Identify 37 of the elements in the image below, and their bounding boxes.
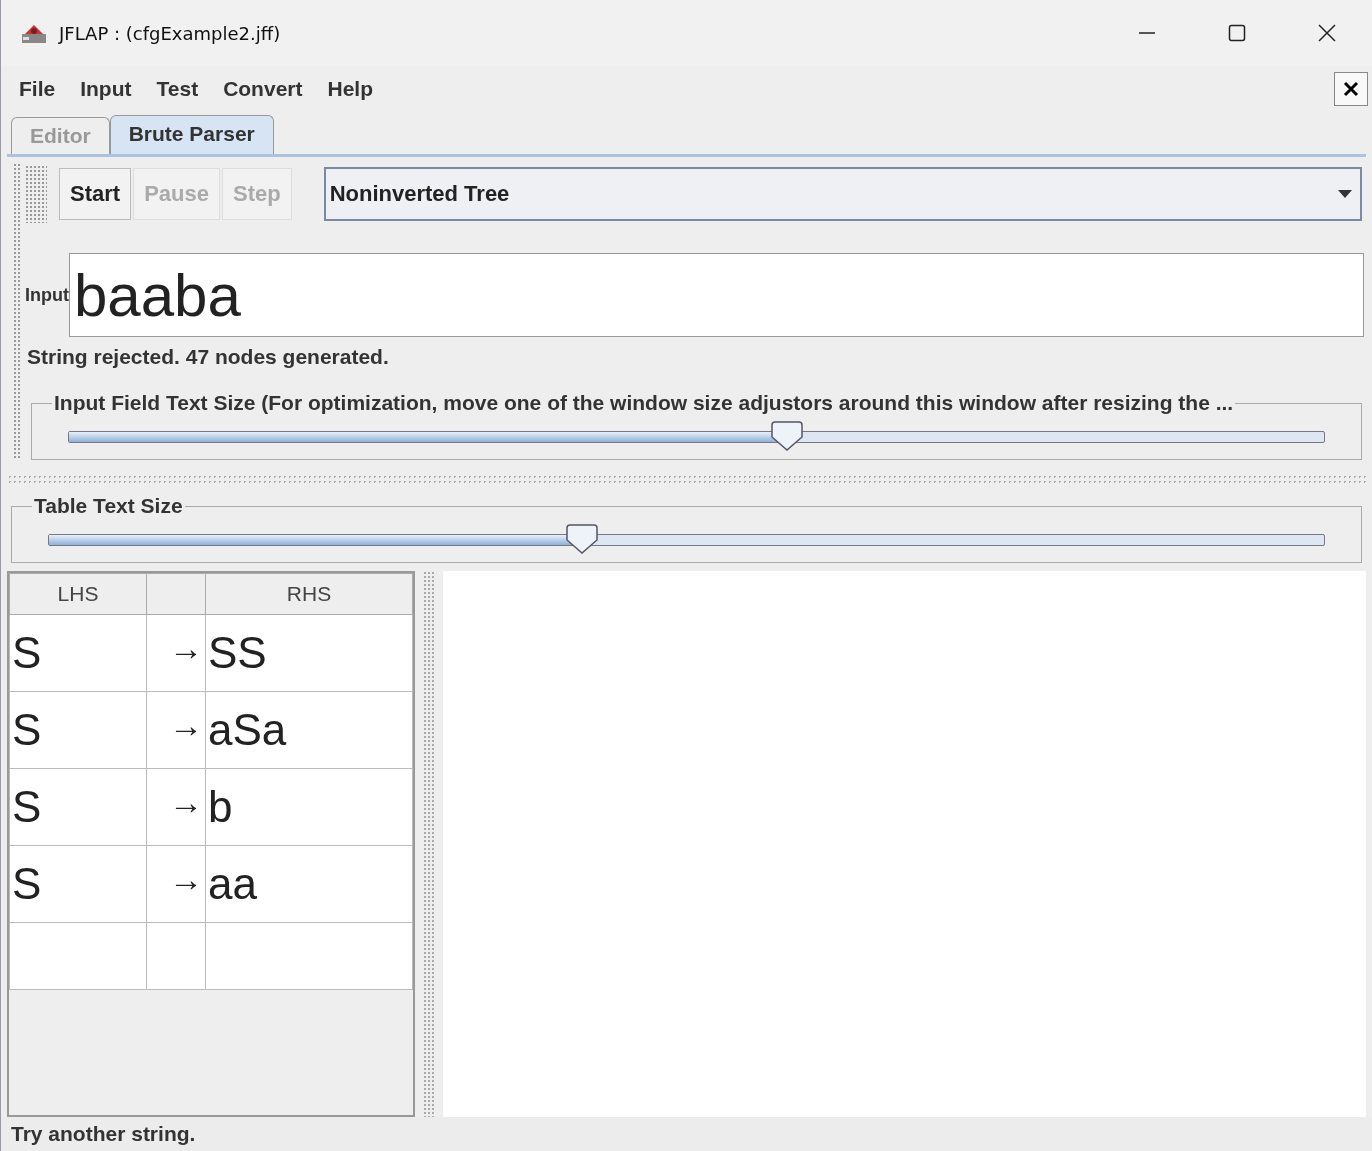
status-text: Try another string.	[11, 1122, 196, 1146]
table-cell[interactable]: S	[9, 691, 147, 769]
menu-item[interactable]: Convert	[223, 77, 303, 101]
menu-item[interactable]: Input	[80, 77, 132, 101]
app-icon	[21, 22, 47, 44]
table-cell[interactable]: →	[146, 768, 206, 846]
caret-icon[interactable]	[1338, 190, 1352, 198]
maximize-icon[interactable]	[1228, 24, 1246, 42]
table-cell[interactable]: →	[146, 845, 206, 923]
table-cell[interactable]: b	[205, 768, 413, 846]
slider-title: Table Text Size	[33, 494, 184, 518]
result-message: String rejected. 47 nodes generated.	[27, 345, 390, 369]
close-icon[interactable]	[1318, 24, 1336, 42]
column-header[interactable]: LHS	[9, 573, 147, 615]
menu-item[interactable]: File	[19, 77, 56, 101]
menu-item[interactable]: Test	[156, 77, 199, 101]
window-title: JFLAP : (cfgExample2.jff)	[59, 22, 281, 44]
input-field[interactable]: baaba	[69, 253, 1364, 337]
table-cell[interactable]: →	[146, 614, 206, 692]
drag-handle[interactable]	[25, 165, 47, 223]
toolbar-button[interactable]: Start	[59, 168, 132, 220]
tab[interactable]: Brute Parser	[109, 115, 274, 154]
slider-title: Input Field Text Size (For optimization, move one of the window size adjustors around this window after resizing the ...	[53, 391, 1235, 415]
menu-item[interactable]: Help	[327, 77, 373, 101]
table-cell[interactable]: S	[9, 845, 147, 923]
slider-thumb[interactable]	[770, 421, 803, 451]
slider-thumb[interactable]	[565, 524, 598, 554]
table-cell[interactable]: →	[146, 691, 206, 769]
view-dropdown[interactable]: Noninverted Tree	[323, 167, 1362, 221]
column-header[interactable]: RHS	[205, 573, 413, 615]
close-icon[interactable]	[1334, 72, 1368, 106]
table-cell[interactable]: SS	[205, 614, 413, 692]
table-cell[interactable]: aa	[205, 845, 413, 923]
table-cell[interactable]: S	[9, 768, 147, 846]
table-cell[interactable]: S	[9, 614, 147, 692]
table-cell[interactable]: aSa	[205, 691, 413, 769]
input-label: Input	[25, 284, 69, 306]
